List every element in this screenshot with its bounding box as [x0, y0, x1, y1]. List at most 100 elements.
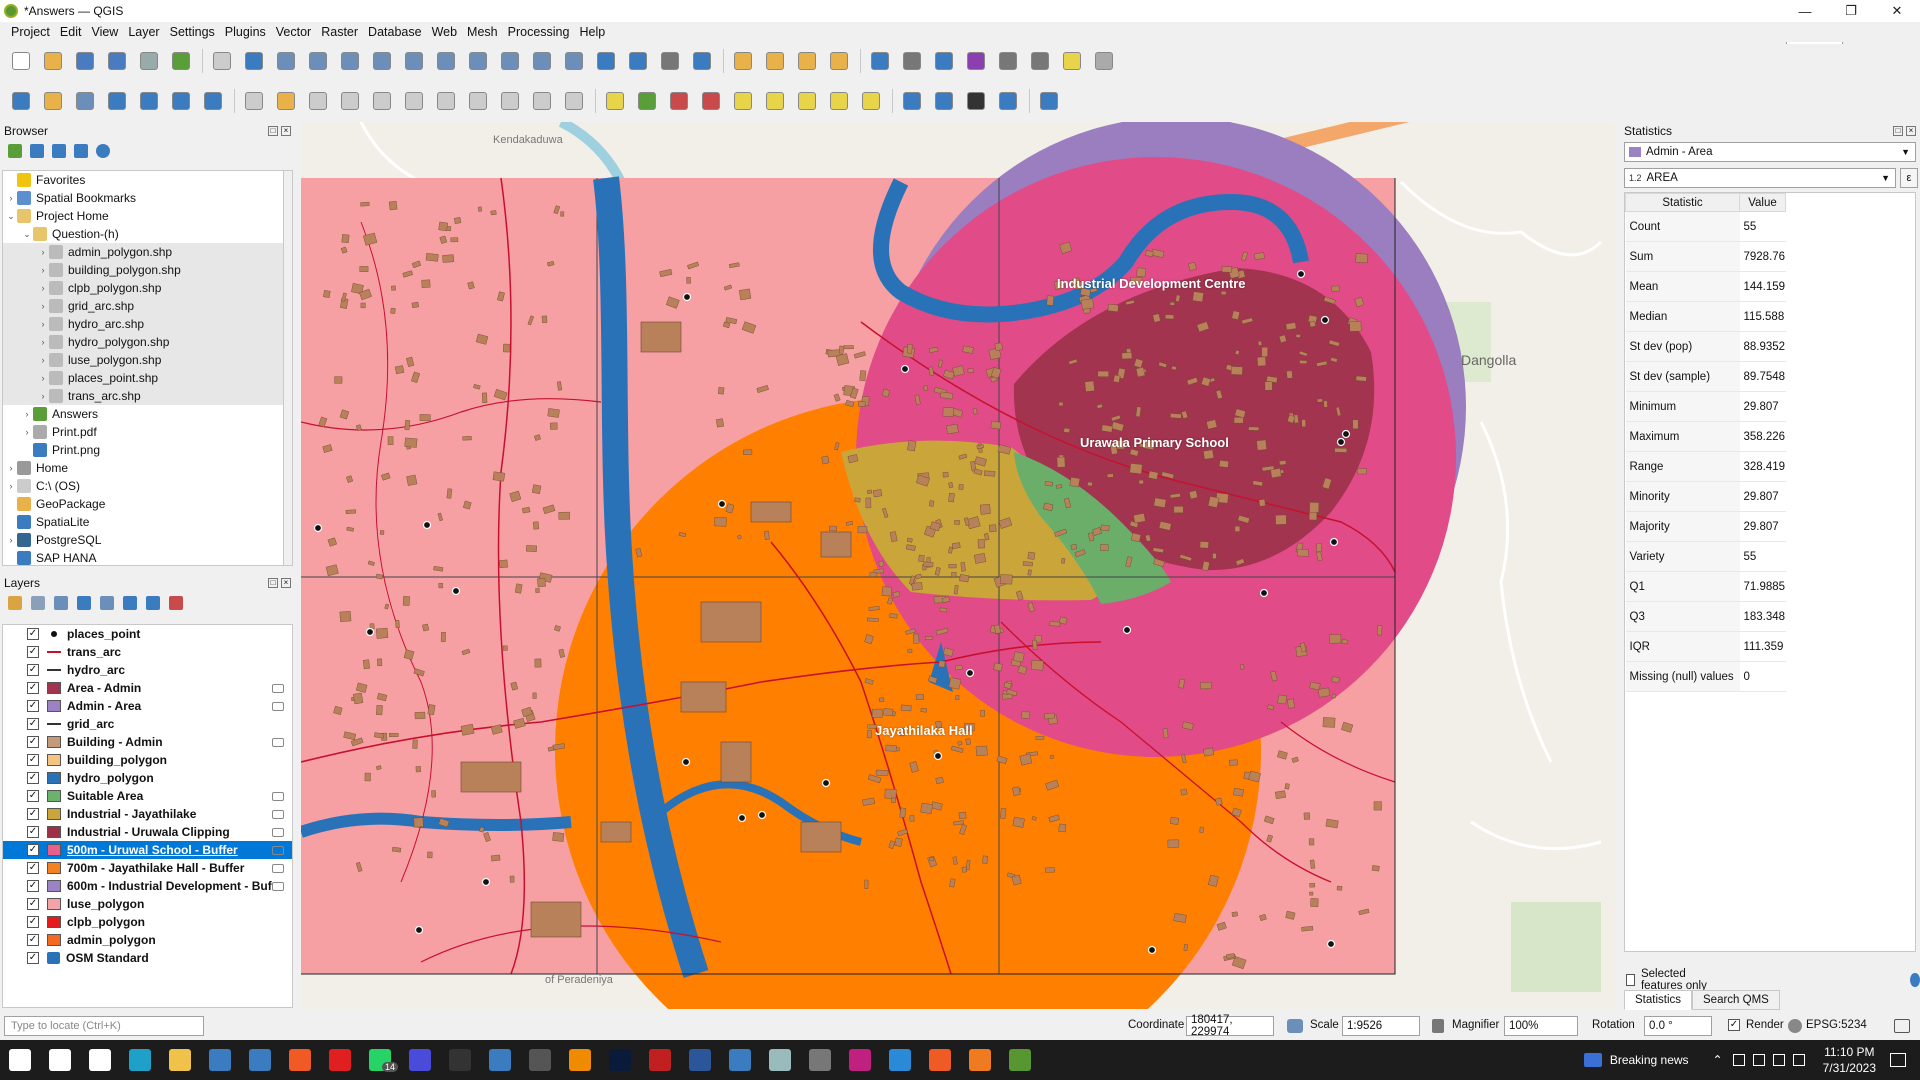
add-feature-button[interactable] — [337, 88, 363, 114]
browser-item[interactable]: › places_point.shp — [3, 369, 284, 387]
file-explorer-taskbar-button[interactable] — [160, 1040, 200, 1080]
zoom-out-button[interactable] — [305, 48, 331, 74]
toggle-editing-button[interactable] — [241, 88, 267, 114]
locate-button[interactable] — [1091, 48, 1117, 74]
field-select[interactable]: 1.2 AREA ▼ — [1624, 168, 1896, 188]
refresh-icon[interactable] — [1910, 973, 1920, 987]
whatsapp-taskbar-button[interactable]: 14 — [360, 1040, 400, 1080]
close-icon[interactable]: × — [1906, 126, 1916, 136]
layer-item[interactable]: ✓ hydro_arc — [3, 661, 292, 679]
collapse-all-icon[interactable] — [146, 596, 160, 610]
menu-raster[interactable]: Raster — [316, 25, 363, 39]
restore-button[interactable]: ❐ — [1828, 0, 1874, 22]
add-delimited-text-button[interactable] — [72, 88, 98, 114]
browser-item[interactable]: › admin_polygon.shp — [3, 243, 284, 261]
refresh-icon[interactable] — [30, 144, 44, 158]
expression-button[interactable]: ε — [1900, 168, 1918, 188]
windows-start-taskbar-button[interactable] — [0, 1040, 40, 1080]
layer-filter-indicator-icon[interactable] — [272, 701, 284, 711]
statistics-row[interactable]: Maximum 358.226 — [1625, 421, 1786, 452]
statistics-row[interactable]: Sum 7928.76 — [1625, 241, 1786, 272]
label-toolbar-button[interactable] — [602, 88, 628, 114]
current-edits-button[interactable] — [273, 88, 299, 114]
add-wfs-button[interactable] — [200, 88, 226, 114]
browser-item[interactable]: Favorites — [3, 171, 284, 189]
new-project-button[interactable] — [8, 48, 34, 74]
layer-item[interactable]: ✓ Admin - Area — [3, 697, 292, 715]
add-mesh-button[interactable] — [168, 88, 194, 114]
app-taskbar-button[interactable] — [720, 1040, 760, 1080]
new-bookmark-button[interactable] — [593, 48, 619, 74]
add-raster-button[interactable] — [40, 88, 66, 114]
layer-visibility-checkbox[interactable]: ✓ — [27, 754, 39, 766]
save-edits-button[interactable] — [305, 88, 331, 114]
style-manager-button[interactable] — [168, 48, 194, 74]
layer-item[interactable]: ✓ clpb_polygon — [3, 913, 292, 931]
layer-item[interactable]: ✓ 600m - Industrial Development - Buf — [3, 877, 292, 895]
expand-arrow-icon[interactable]: › — [5, 535, 17, 545]
close-icon[interactable]: × — [281, 126, 291, 136]
save-as-button[interactable] — [104, 48, 130, 74]
layer-filter-indicator-icon[interactable] — [272, 827, 284, 837]
digitize-button[interactable] — [104, 88, 130, 114]
layer-filter-indicator-icon[interactable] — [272, 881, 284, 891]
layer-visibility-checkbox[interactable]: ✓ — [27, 664, 39, 676]
menu-view[interactable]: View — [86, 25, 123, 39]
expand-arrow-icon[interactable]: › — [5, 463, 17, 473]
zoom-to-selection-button[interactable] — [369, 48, 395, 74]
qms-search-button[interactable] — [931, 88, 957, 114]
processing-toolbox-button[interactable] — [931, 48, 957, 74]
attribute-table-button[interactable] — [899, 48, 925, 74]
layer-visibility-checkbox[interactable]: ✓ — [27, 952, 39, 964]
diagram-button[interactable] — [634, 88, 660, 114]
expand-arrow-icon[interactable]: ⌄ — [5, 211, 17, 222]
browser-item[interactable]: SpatiaLite — [3, 513, 284, 531]
new-map-view-button[interactable] — [529, 48, 555, 74]
microsoft-store-taskbar-button[interactable] — [200, 1040, 240, 1080]
refresh-button[interactable] — [689, 48, 715, 74]
show-bookmarks-button[interactable] — [625, 48, 651, 74]
zoom-to-layer-button[interactable] — [401, 48, 427, 74]
scale-field[interactable]: 1:9526 — [1342, 1016, 1420, 1036]
browser-item[interactable]: Print.png — [3, 441, 284, 459]
show-hide-labels-button[interactable] — [826, 88, 852, 114]
browser-item[interactable]: › Answers — [3, 405, 284, 423]
label-properties-button[interactable] — [858, 88, 884, 114]
layer-item[interactable]: ✓ building_polygon — [3, 751, 292, 769]
vscode-taskbar-button[interactable] — [880, 1040, 920, 1080]
qms-globe-button[interactable] — [899, 88, 925, 114]
statistics-row[interactable]: Minority 29.807 — [1625, 481, 1786, 512]
statistics-sum-button[interactable] — [963, 48, 989, 74]
epic-games-taskbar-button[interactable] — [440, 1040, 480, 1080]
layer-item[interactable]: ✓ Industrial - Uruwala Clipping — [3, 823, 292, 841]
expand-arrow-icon[interactable]: › — [37, 283, 49, 293]
value-column-header[interactable]: Value — [1739, 193, 1786, 212]
app-taskbar-button[interactable] — [760, 1040, 800, 1080]
info-icon[interactable] — [96, 144, 110, 158]
select-features-button[interactable] — [730, 48, 756, 74]
magnifier-field[interactable]: 100% — [1504, 1016, 1578, 1036]
browser-item[interactable]: › Home — [3, 459, 284, 477]
statistics-row[interactable]: Range 328.419 — [1625, 451, 1786, 482]
crs-button[interactable]: EPSG:5234 — [1806, 1019, 1867, 1031]
layer-item[interactable]: ✓ hydro_polygon — [3, 769, 292, 787]
save-project-button[interactable] — [72, 48, 98, 74]
layer-visibility-checkbox[interactable]: ✓ — [27, 844, 39, 856]
selected-only-checkbox[interactable] — [1626, 974, 1635, 986]
undock-icon[interactable]: □ — [268, 578, 278, 588]
news-label[interactable]: Breaking news — [1610, 1053, 1689, 1067]
messages-icon[interactable] — [1894, 1019, 1910, 1033]
identify-button[interactable] — [867, 48, 893, 74]
close-button[interactable]: ✕ — [1874, 0, 1920, 22]
app-taskbar-button[interactable] — [800, 1040, 840, 1080]
layer-filter-indicator-icon[interactable] — [272, 791, 284, 801]
python-console-button[interactable] — [995, 88, 1021, 114]
menu-database[interactable]: Database — [363, 25, 427, 39]
search-taskbar-button[interactable] — [40, 1040, 80, 1080]
browser-item[interactable]: › C:\ (OS) — [3, 477, 284, 495]
statistics-row[interactable]: Variety 55 — [1625, 541, 1786, 572]
tab-search-qms[interactable]: Search QMS — [1692, 990, 1780, 1010]
statistics-row[interactable]: Missing (null) values 0 — [1625, 661, 1786, 692]
map-canvas[interactable]: Industrial Development Centre Urawala Pr… — [301, 122, 1615, 1009]
network-icon[interactable] — [1772, 1054, 1785, 1066]
